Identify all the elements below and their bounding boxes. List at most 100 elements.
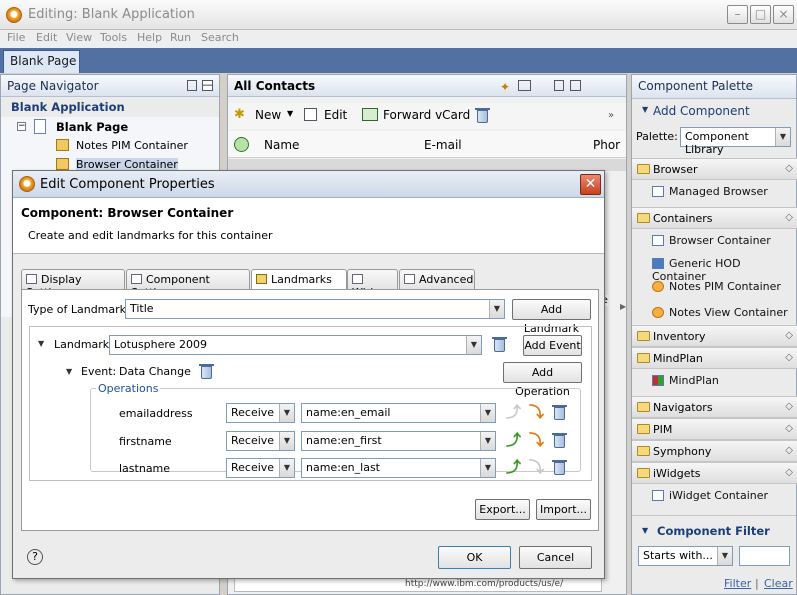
palette-item-browser-container[interactable]: Browser Container xyxy=(652,234,771,247)
add-operation-button[interactable]: Add Operation xyxy=(503,362,582,398)
category-containers[interactable]: Containers ◇ xyxy=(632,207,797,229)
menu-search[interactable]: Search xyxy=(201,31,239,44)
category-mindplan[interactable]: MindPlan ◇ xyxy=(632,347,797,369)
move-down-icon[interactable]: ⤵ xyxy=(529,433,544,448)
toggle-icon[interactable]: ◇ xyxy=(785,401,793,412)
palette-item-mindplan[interactable]: MindPlan xyxy=(652,374,719,387)
toggle-icon[interactable]: ◇ xyxy=(785,212,793,223)
close-icon[interactable]: ✕ xyxy=(580,174,601,195)
forward-vcard-button[interactable]: Forward vCard xyxy=(383,108,470,122)
operation-target-select[interactable]: name:en_last ▼ xyxy=(301,458,496,478)
column-email[interactable]: E-mail xyxy=(424,138,462,152)
operation-mode-select[interactable]: Receive ▼ xyxy=(226,431,295,451)
expand-icon[interactable]: ▼ xyxy=(642,526,648,535)
palette-select[interactable]: Component Library ▼ xyxy=(680,127,791,156)
tree-item-notes-pim-container[interactable]: Notes PIM Container xyxy=(76,139,188,152)
column-phone[interactable]: Phor xyxy=(593,138,620,152)
move-up-icon[interactable]: ⤴ xyxy=(506,405,521,420)
category-inventory[interactable]: Inventory ◇ xyxy=(632,325,797,347)
move-up-icon[interactable]: ⤴ xyxy=(506,433,521,448)
tab-blank-page[interactable]: Blank Page xyxy=(3,50,80,73)
menu-edit[interactable]: Edit xyxy=(36,31,57,44)
maximize-button[interactable]: □ xyxy=(750,5,771,24)
ok-button[interactable]: OK xyxy=(438,546,511,569)
component-palette-panel: Component Palette ▼ Add Component Palett… xyxy=(631,74,797,595)
menu-file[interactable]: File xyxy=(7,31,25,44)
collapse-icon[interactable]: ▼ xyxy=(66,367,72,376)
menu-run[interactable]: Run xyxy=(170,31,191,44)
collapse-arrow-icon[interactable]: ▶ xyxy=(620,300,628,314)
operation-target-select[interactable]: name:en_first ▼ xyxy=(301,431,496,451)
tab-landmarks[interactable]: Landmarks xyxy=(251,269,347,290)
help-icon[interactable]: ? xyxy=(27,549,43,565)
delete-landmark-icon[interactable] xyxy=(492,337,507,352)
filter-input[interactable] xyxy=(739,546,790,566)
import-button[interactable]: Import... xyxy=(536,499,591,520)
delete-operation-icon[interactable] xyxy=(552,405,567,420)
filter-link[interactable]: Filter xyxy=(724,577,751,590)
operation-mode-value: Receive xyxy=(231,406,275,419)
delete-icon[interactable] xyxy=(475,108,490,123)
toggle-icon[interactable]: ◇ xyxy=(785,467,793,478)
palette-select-value: Component Library xyxy=(685,130,749,156)
category-navigators[interactable]: Navigators ◇ xyxy=(632,396,797,418)
minimize-panel-icon[interactable] xyxy=(570,80,581,91)
toggle-icon[interactable]: ◇ xyxy=(785,423,793,434)
menu-tools[interactable]: Tools xyxy=(100,31,127,44)
add-component-section[interactable]: Add Component xyxy=(653,104,750,118)
palette-item-iwidget-container[interactable]: iWidget Container xyxy=(652,489,768,502)
tab-display-settings[interactable]: Display Settings xyxy=(21,269,125,299)
toggle-icon[interactable]: ◇ xyxy=(785,445,793,456)
toolbar-overflow-icon[interactable]: » xyxy=(608,110,614,121)
operation-target-select[interactable]: name:en_email ▼ xyxy=(301,403,496,423)
expand-icon[interactable]: ▼ xyxy=(642,105,648,114)
delete-event-icon[interactable] xyxy=(199,364,214,379)
tab-advanced[interactable]: Advanced xyxy=(399,269,475,289)
landmark-select[interactable]: Lotusphere 2009 ▼ xyxy=(109,335,482,355)
move-down-icon[interactable]: ⤵ xyxy=(529,405,544,420)
category-symphony[interactable]: Symphony ◇ xyxy=(632,440,797,462)
delete-operation-icon[interactable] xyxy=(552,460,567,475)
minimize-panel-icon[interactable] xyxy=(202,80,213,91)
filter-mode-select[interactable]: Starts with... ▼ xyxy=(638,546,733,566)
toggle-icon[interactable]: ◇ xyxy=(785,352,793,363)
add-event-button[interactable]: Add Event xyxy=(523,335,582,356)
landmark-value: Lotusphere 2009 xyxy=(114,338,207,351)
menu-help[interactable]: Help xyxy=(137,31,162,44)
new-dropdown-icon[interactable]: ▼ xyxy=(287,109,293,118)
category-browser[interactable]: Browser ◇ xyxy=(632,158,797,180)
cancel-button[interactable]: Cancel xyxy=(519,546,592,569)
toggle-icon[interactable]: ◇ xyxy=(785,330,793,341)
operation-mode-select[interactable]: Receive ▼ xyxy=(226,403,295,423)
pin-icon[interactable]: ✦ xyxy=(500,80,510,94)
category-pim[interactable]: PIM ◇ xyxy=(632,418,797,440)
operation-mode-select[interactable]: Receive ▼ xyxy=(226,458,295,478)
add-landmark-button[interactable]: Add Landmark xyxy=(512,299,591,335)
move-down-icon[interactable]: ⤵ xyxy=(529,460,544,475)
menu-view[interactable]: View xyxy=(66,31,92,44)
clear-link[interactable]: Clear xyxy=(764,577,793,590)
move-up-icon[interactable]: ⤴ xyxy=(506,460,521,475)
collapse-icon[interactable]: ▼ xyxy=(38,339,44,348)
close-window-button[interactable]: × xyxy=(773,5,794,24)
minimize-button[interactable]: – xyxy=(727,5,748,24)
palette-item-notes-view-container[interactable]: Notes View Container xyxy=(652,306,788,319)
layout-icon[interactable] xyxy=(518,80,531,91)
link-divider: | xyxy=(755,577,759,590)
view-menu-icon[interactable] xyxy=(554,80,564,91)
palette-item-notes-pim-container[interactable]: Notes PIM Container xyxy=(652,280,781,293)
tab-wiring[interactable]: Wiring xyxy=(347,269,398,299)
export-button[interactable]: Export... xyxy=(475,499,530,520)
tab-component-settings[interactable]: Component Settings xyxy=(126,269,250,299)
type-of-landmark-select[interactable]: Title ▼ xyxy=(125,299,505,319)
edit-button[interactable]: Edit xyxy=(324,108,347,122)
category-iwidgets[interactable]: iWidgets ◇ xyxy=(632,462,797,484)
new-button[interactable]: New xyxy=(255,108,281,122)
view-menu-icon[interactable] xyxy=(187,80,197,91)
collapse-icon[interactable]: − xyxy=(17,122,26,131)
palette-item-managed-browser[interactable]: Managed Browser xyxy=(652,185,768,198)
toggle-icon[interactable]: ◇ xyxy=(785,163,793,174)
column-name[interactable]: Name xyxy=(264,138,299,152)
tree-item-blank-page[interactable]: Blank Page xyxy=(56,120,128,134)
delete-operation-icon[interactable] xyxy=(552,433,567,448)
